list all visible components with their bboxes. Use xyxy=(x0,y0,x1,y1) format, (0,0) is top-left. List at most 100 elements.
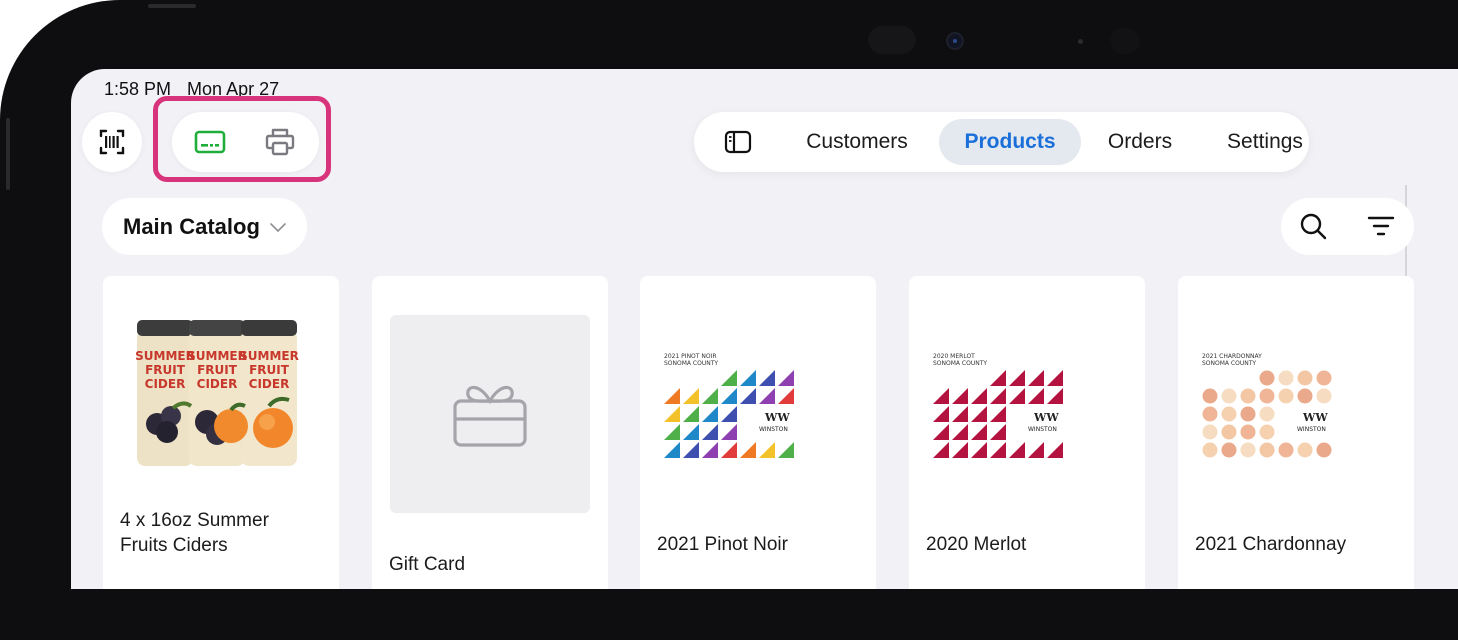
can-text: CIDER xyxy=(145,377,186,391)
label-pattern-triangle xyxy=(952,424,968,440)
cider-cans-image: SUMMER FRUIT CIDER SUMMER FRUIT CIDER SU… xyxy=(135,320,299,466)
volume-button xyxy=(6,118,10,190)
label-pattern-triangle xyxy=(778,388,794,404)
label-vintage: 2021 CHARDONNAY xyxy=(1202,353,1262,360)
product-title: 4 x 16oz Summer xyxy=(120,510,269,531)
label-pattern-triangle xyxy=(1047,442,1063,458)
winery-name: WINSTON xyxy=(1297,426,1326,433)
product-title: 2020 Merlot xyxy=(926,534,1027,555)
label-pattern-triangle xyxy=(952,442,968,458)
product-card-gift-card[interactable]: Gift Card xyxy=(372,276,608,589)
tab-customers[interactable]: Customers xyxy=(784,119,930,165)
label-vintage: 2021 PINOT NOIR xyxy=(664,353,717,360)
label-pattern-triangle xyxy=(990,424,1006,440)
label-pattern-triangle xyxy=(971,442,987,458)
label-pattern-dot xyxy=(1221,406,1237,422)
app-screen: 1:58 PM Mon Apr 27 Customers Products Or… xyxy=(71,69,1458,589)
label-pattern-triangle xyxy=(1028,388,1044,404)
label-pattern-triangle xyxy=(664,406,680,422)
main-nav: Customers Products Orders Settings xyxy=(694,112,1309,172)
product-card-merlot[interactable]: 2020 MERLOT SONOMA COUNTY WW WINSTON 202… xyxy=(909,276,1145,589)
label-pattern-triangle xyxy=(1047,388,1063,404)
catalog-selector[interactable]: Main Catalog xyxy=(102,198,307,255)
label-pattern-triangle xyxy=(933,442,949,458)
product-title: 2021 Chardonnay xyxy=(1195,534,1347,555)
label-pattern-triangle xyxy=(740,442,756,458)
label-pattern-triangle xyxy=(952,388,968,404)
product-card-pinot-noir[interactable]: 2021 PINOT NOIR SONOMA COUNTY WW WINSTON… xyxy=(640,276,876,589)
label-pattern-triangle xyxy=(759,370,775,386)
label-pattern-triangle xyxy=(990,370,1006,386)
label-pattern-triangle xyxy=(971,424,987,440)
winery-name: WINSTON xyxy=(1028,426,1057,433)
label-pattern-triangle xyxy=(683,442,699,458)
merlot-label: 2020 MERLOT SONOMA COUNTY WW WINSTON xyxy=(929,348,1127,460)
label-pattern-triangle xyxy=(1028,370,1044,386)
label-pattern-dot xyxy=(1259,388,1275,404)
can-text: FRUIT xyxy=(249,363,290,377)
highlight-box xyxy=(153,96,331,182)
label-pattern-dot xyxy=(1259,370,1275,386)
ambient-sensor xyxy=(1078,39,1083,44)
label-pattern-dot xyxy=(1221,388,1237,404)
label-fineprint xyxy=(808,352,852,456)
winery-logo: WW xyxy=(1302,411,1328,424)
product-card-chardonnay[interactable]: 2021 CHARDONNAY SONOMA COUNTY WW WINSTON… xyxy=(1178,276,1414,589)
tab-orders[interactable]: Orders xyxy=(1090,119,1190,165)
sidebar-toggle-button[interactable] xyxy=(712,122,764,162)
label-pattern-triangle xyxy=(759,388,775,404)
label-pattern-dot xyxy=(1221,424,1237,440)
tab-settings[interactable]: Settings xyxy=(1204,119,1326,165)
filter-button[interactable] xyxy=(1357,204,1405,248)
label-pattern-triangle xyxy=(971,406,987,422)
label-pattern-triangle xyxy=(702,424,718,440)
chardonnay-label: 2021 CHARDONNAY SONOMA COUNTY WW WINSTON xyxy=(1198,348,1396,460)
can-text: FRUIT xyxy=(145,363,186,377)
label-pattern-triangle xyxy=(1009,442,1025,458)
front-camera xyxy=(946,32,964,50)
label-region: SONOMA COUNTY xyxy=(664,360,718,367)
label-pattern-dot xyxy=(1297,388,1313,404)
top-button xyxy=(148,4,196,8)
label-pattern-triangle xyxy=(683,424,699,440)
tab-products[interactable]: Products xyxy=(939,119,1081,165)
label-pattern-triangle xyxy=(1009,388,1025,404)
product-title: 2021 Pinot Noir xyxy=(657,534,788,555)
label-pattern-dot xyxy=(1259,424,1275,440)
filter-icon xyxy=(1367,216,1395,236)
product-title-line2: Fruits Ciders xyxy=(120,535,228,556)
gift-icon xyxy=(453,385,527,447)
label-pattern-triangle xyxy=(1028,442,1044,458)
label-region: SONOMA COUNTY xyxy=(1202,360,1256,367)
label-pattern-dot xyxy=(1240,424,1256,440)
can-text: SUMMER xyxy=(187,349,247,363)
label-pattern-triangle xyxy=(740,370,756,386)
label-pattern-triangle xyxy=(1009,370,1025,386)
search-button[interactable] xyxy=(1289,204,1337,248)
label-pattern-triangle xyxy=(683,388,699,404)
search-filter-group xyxy=(1281,198,1414,255)
label-pattern-triangle xyxy=(664,424,680,440)
winery-logo: WW xyxy=(1033,411,1059,424)
label-pattern-dot xyxy=(1202,388,1218,404)
label-pattern-triangle xyxy=(1047,370,1063,386)
can-text: CIDER xyxy=(249,377,290,391)
chevron-down-icon xyxy=(270,223,286,233)
product-card-cider[interactable]: SUMMER FRUIT CIDER SUMMER FRUIT CIDER SU… xyxy=(103,276,339,589)
barcode-scan-button[interactable] xyxy=(82,112,142,172)
label-pattern-triangle xyxy=(683,406,699,422)
pinot-noir-label: 2021 PINOT NOIR SONOMA COUNTY WW WINSTON xyxy=(660,348,858,460)
sidebar-toggle-icon xyxy=(724,130,752,154)
label-pattern-triangle xyxy=(971,388,987,404)
label-region: SONOMA COUNTY xyxy=(933,360,987,367)
label-pattern-triangle xyxy=(702,442,718,458)
label-pattern-triangle xyxy=(702,388,718,404)
label-pattern-triangle xyxy=(664,442,680,458)
label-pattern-triangle xyxy=(933,388,949,404)
label-pattern-dot xyxy=(1240,442,1256,458)
camera-housing xyxy=(868,26,916,54)
label-pattern-dot xyxy=(1316,442,1332,458)
label-pattern-triangle xyxy=(721,370,737,386)
label-pattern-dot xyxy=(1297,442,1313,458)
barcode-scanner-icon xyxy=(99,129,125,155)
